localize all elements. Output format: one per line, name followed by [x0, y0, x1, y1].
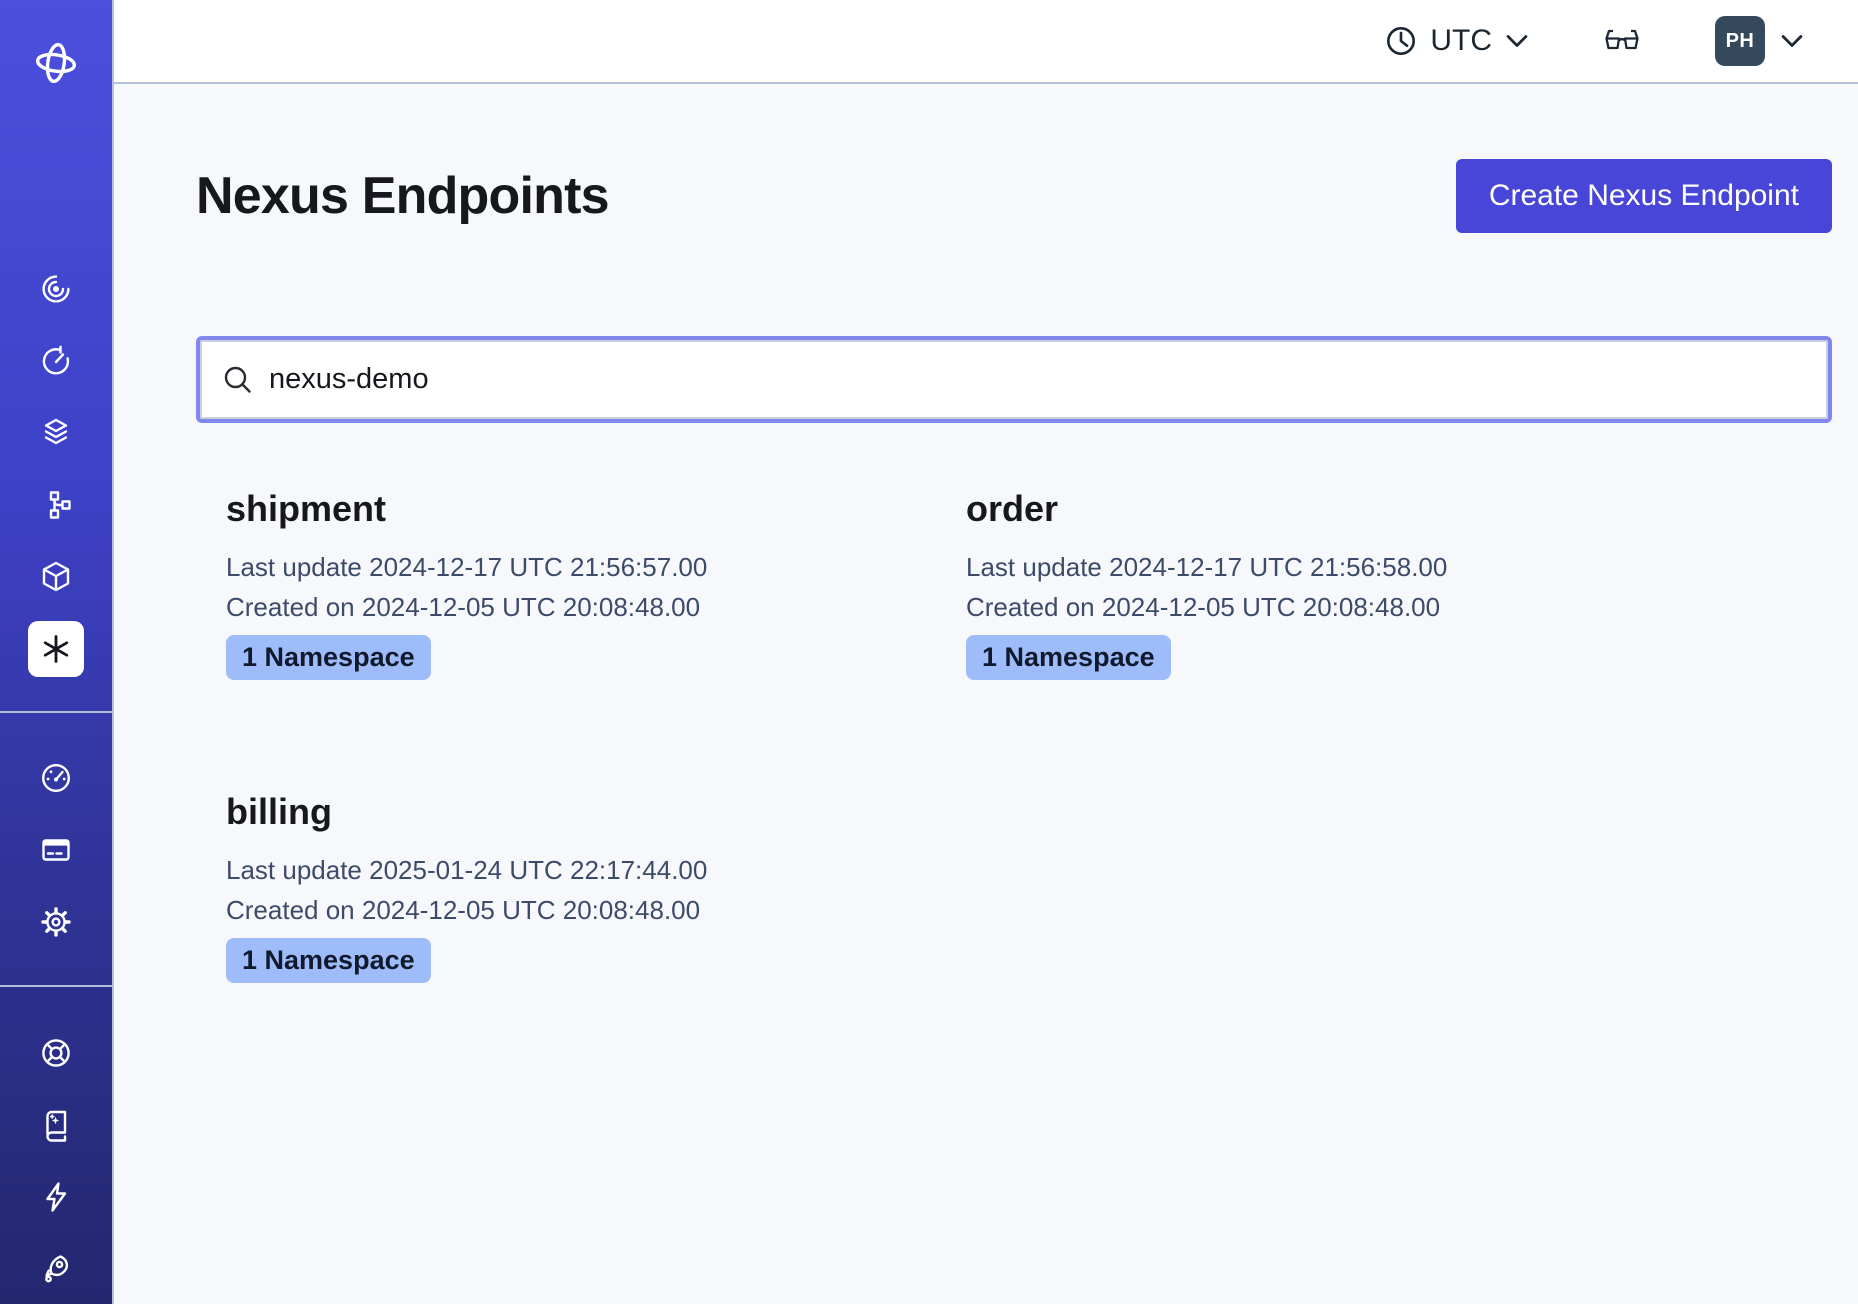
endpoint-name[interactable]: billing — [226, 790, 966, 834]
glasses-icon — [1603, 28, 1641, 55]
sidebar-item-support[interactable] — [28, 1025, 84, 1081]
avatar[interactable]: PH — [1715, 16, 1765, 66]
workflows-icon — [39, 272, 73, 306]
clock-icon — [1385, 25, 1417, 57]
sidebar-nav-help — [28, 1025, 84, 1297]
chevron-down-icon — [1505, 34, 1529, 48]
sidebar-item-nexus[interactable] — [28, 621, 84, 677]
endpoint-name[interactable]: shipment — [226, 487, 966, 531]
search-icon — [222, 364, 254, 396]
support-icon — [39, 1036, 73, 1070]
main-area: UTC PH Nexus Endpoints Create Nexus En — [114, 0, 1858, 1304]
lightning-icon — [39, 1180, 73, 1214]
endpoint-card[interactable]: shipment Last update 2024-12-17 UTC 21:5… — [226, 487, 966, 680]
sidebar-nav-account — [28, 750, 84, 950]
endpoint-last-update: Last update 2024-12-17 UTC 21:56:57.00 — [226, 547, 966, 587]
sidebar-item-schedules[interactable] — [28, 333, 84, 389]
sidebar-item-usage[interactable] — [28, 750, 84, 806]
namespace-badge: 1 Namespace — [226, 938, 431, 983]
sidebar-item-feedback[interactable] — [28, 1169, 84, 1225]
endpoint-last-update: Last update 2024-12-17 UTC 21:56:58.00 — [966, 547, 1706, 587]
sidebar-item-deployments[interactable] — [28, 477, 84, 533]
rocket-icon — [39, 1252, 73, 1286]
sidebar-item-docs[interactable] — [28, 1097, 84, 1153]
namespaces-icon — [39, 560, 73, 594]
endpoint-card[interactable]: billing Last update 2025-01-24 UTC 22:17… — [226, 790, 966, 983]
timezone-selector[interactable]: UTC — [1385, 24, 1529, 58]
namespace-badge: 1 Namespace — [966, 635, 1171, 680]
docs-icon — [39, 1108, 73, 1142]
endpoints-grid: shipment Last update 2024-12-17 UTC 21:5… — [196, 487, 1832, 983]
sidebar-nav-primary — [28, 261, 84, 677]
account-menu[interactable]: PH — [1715, 16, 1804, 66]
page-title: Nexus Endpoints — [196, 166, 609, 226]
endpoint-created: Created on 2024-12-05 UTC 20:08:48.00 — [226, 587, 966, 627]
usage-icon — [39, 761, 73, 795]
endpoint-last-update: Last update 2025-01-24 UTC 22:17:44.00 — [226, 850, 966, 890]
sidebar-item-namespaces[interactable] — [28, 549, 84, 605]
billing-icon — [39, 833, 73, 867]
batch-operations-icon — [39, 416, 73, 450]
settings-icon — [39, 905, 73, 939]
namespace-badge: 1 Namespace — [226, 635, 431, 680]
search-input[interactable] — [269, 363, 1806, 396]
deployments-icon — [39, 488, 73, 522]
page-header: Nexus Endpoints Create Nexus Endpoint — [196, 158, 1832, 234]
nexus-icon — [39, 632, 73, 666]
sidebar — [0, 0, 114, 1304]
content: Nexus Endpoints Create Nexus Endpoint sh… — [114, 84, 1858, 1304]
create-nexus-endpoint-button[interactable]: Create Nexus Endpoint — [1456, 159, 1832, 233]
sidebar-divider — [0, 711, 113, 713]
sidebar-item-settings[interactable] — [28, 894, 84, 950]
endpoint-name[interactable]: order — [966, 487, 1706, 531]
sidebar-divider — [0, 985, 113, 987]
top-bar: UTC PH — [114, 0, 1858, 84]
sidebar-item-batch-operations[interactable] — [28, 405, 84, 461]
labs-mode-toggle[interactable] — [1603, 28, 1641, 55]
search-box[interactable] — [196, 336, 1832, 423]
sidebar-item-billing[interactable] — [28, 822, 84, 878]
temporal-logo[interactable] — [33, 40, 79, 86]
schedules-icon — [39, 344, 73, 378]
endpoint-created: Created on 2024-12-05 UTC 20:08:48.00 — [226, 890, 966, 930]
chevron-down-icon — [1780, 34, 1804, 48]
sidebar-item-workflows[interactable] — [28, 261, 84, 317]
timezone-label: UTC — [1430, 24, 1492, 58]
sidebar-item-getting-started[interactable] — [28, 1241, 84, 1297]
endpoint-created: Created on 2024-12-05 UTC 20:08:48.00 — [966, 587, 1706, 627]
endpoint-card[interactable]: order Last update 2024-12-17 UTC 21:56:5… — [966, 487, 1706, 680]
